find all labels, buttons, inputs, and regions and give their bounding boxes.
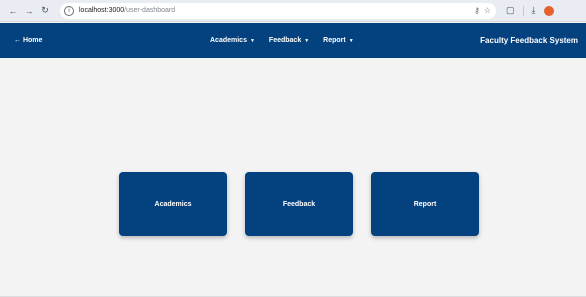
menu-academics[interactable]: Academics ▼ <box>210 37 255 44</box>
card-report-label: Report <box>413 200 437 208</box>
menu-feedback[interactable]: Feedback ▼ <box>269 37 309 44</box>
card-report[interactable]: Report <box>371 172 479 236</box>
card-feedback-label: Feedback <box>282 200 316 208</box>
url-host: localhost:3000 <box>79 7 125 14</box>
caret-down-icon: ▼ <box>304 37 310 44</box>
brand-title: Faculty Feedback System <box>480 36 578 45</box>
home-link[interactable]: ← Home <box>14 37 42 44</box>
menu-report[interactable]: Report ▼ <box>323 37 354 44</box>
toolbar-divider <box>522 5 524 16</box>
browser-toolbar: ← → ↻ i localhost:3000/user-dashboard ⚷ … <box>0 0 586 22</box>
card-academics-label: Academics <box>154 200 192 208</box>
key-icon[interactable]: ⚷ <box>474 6 480 15</box>
forward-arrow-icon[interactable]: → <box>22 4 36 18</box>
card-feedback[interactable]: Feedback <box>245 172 353 236</box>
reload-icon[interactable]: ↻ <box>38 4 52 18</box>
menu-academics-label: Academics <box>210 37 247 44</box>
app-navbar: ← Home Academics ▼ Feedback ▼ Report ▼ F… <box>0 23 586 58</box>
address-bar[interactable]: i localhost:3000/user-dashboard ⚷ ☆ <box>60 2 496 19</box>
card-academics[interactable]: Academics <box>119 172 227 236</box>
back-arrow-icon[interactable]: ← <box>6 4 20 18</box>
site-info-icon[interactable]: i <box>64 5 74 16</box>
menu-report-label: Report <box>323 37 346 44</box>
main-menu: Academics ▼ Feedback ▼ Report ▼ <box>210 37 354 44</box>
extensions-icon[interactable]: ▢ <box>506 5 515 16</box>
caret-down-icon: ▼ <box>249 37 255 44</box>
menu-feedback-label: Feedback <box>268 37 302 44</box>
bookmark-star-icon[interactable]: ☆ <box>484 6 491 15</box>
profile-avatar-icon[interactable] <box>543 5 554 16</box>
caret-down-icon: ▼ <box>348 37 354 44</box>
url-path: /user-dashboard <box>124 7 176 14</box>
download-icon[interactable]: ⤓ <box>532 5 536 16</box>
